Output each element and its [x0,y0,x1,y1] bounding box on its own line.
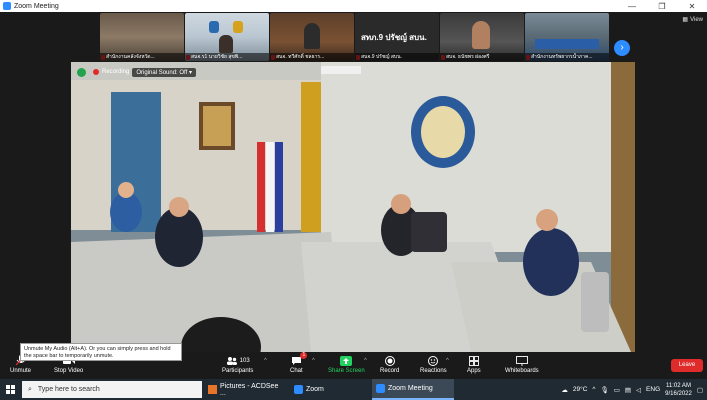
shield-icon[interactable] [77,67,86,77]
reactions-caret-icon[interactable]: ^ [446,358,449,364]
whiteboard-icon [515,355,528,366]
next-page-arrow-icon[interactable]: › [614,40,630,56]
notification-icon[interactable]: ▢ [697,386,703,394]
taskbar-search-input[interactable]: ⌕ Type here to search [22,381,202,398]
window-title: Zoom Meeting [14,2,59,10]
smiley-icon [427,355,439,366]
person-figure [219,35,233,53]
share-caret-icon[interactable]: ^ [364,358,367,364]
apps-icon [468,355,480,366]
original-sound-label: Original Sound: Off [136,69,188,76]
title-bar: Zoom Meeting — ❐ ✕ [0,0,707,12]
zoom-window: Zoom Meeting — ❐ ✕ สำนักงานคลังจังหวัด..… [0,0,707,400]
zoom-icon [376,384,385,393]
participant-thumbnail[interactable]: สนจ. ทวีศักดิ์ ชลธาร... [270,13,354,61]
weather-temperature[interactable]: 29°C [573,386,588,393]
participant-strip: สำนักงานคลังจังหวัด... สนจ.ร1 นายวิชัย ส… [0,12,707,62]
network-icon[interactable]: ▤ [625,386,631,394]
reactions-button[interactable]: Reactions [420,355,447,377]
reactions-label: Reactions [420,368,447,374]
recording-label: Recording [102,69,130,75]
participants-label: Participants [222,368,254,374]
microphone-icon[interactable]: 🎙 [600,386,608,394]
taskbar-item-label: Zoom Meeting [388,385,433,392]
record-label: Record [380,368,400,374]
participant-name: สนจ.ร1 นายวิชัย สุขพิ... [185,53,269,61]
clock-time: 11:02 AM [666,382,691,389]
recording-bar: Recording Original Sound: Off ▾ [77,66,196,78]
chat-caret-icon[interactable]: ^ [312,358,315,364]
search-placeholder: Type here to search [37,386,100,393]
meeting-room-scene [71,62,635,352]
whiteboards-label: Whiteboards [505,368,539,374]
record-icon [384,355,396,366]
participant-name: สำนักงานคลังจังหวัด... [100,53,184,61]
view-button[interactable]: ▦ View [682,16,703,24]
chat-icon: 1 [290,352,308,366]
windows-taskbar: ⌕ Type here to search Pictures - ACDSee … [0,379,707,400]
share-screen-button[interactable]: Share Screen [328,355,365,377]
participant-thumbnail[interactable]: สำนักงานทรัพยากรน้ำภาค... [525,13,609,61]
clock-date: 9/16/2022 [665,390,692,397]
participant-name: สำนักงานทรัพยากรน้ำภาค... [525,53,609,61]
participants-count: 103 [239,357,250,364]
chat-label: Chat [290,368,303,374]
participants-caret-icon[interactable]: ^ [264,358,267,364]
chat-button[interactable]: 1 Chat [290,352,308,377]
unmute-tooltip: Unmute My Audio (Alt+A). Or you can simp… [20,343,182,361]
maximize-button[interactable]: ❐ [647,0,677,12]
taskbar-item-zoom[interactable]: Zoom [290,379,370,400]
person-figure [472,21,490,49]
participant-name: สบจ. ธนัชพร ผ่องศรี [440,53,524,61]
acdsee-icon [208,385,217,394]
participant-name: สนจ.9 ปรัชญ์ สบน. [355,53,439,61]
main-video [71,62,635,352]
participant-name: สนจ. ทวีศักดิ์ ชลธาร... [270,53,354,61]
participant-display-name: สทภ.9 ปรัชญ์ สบน. [361,33,427,42]
participants-icon: 103 [223,355,253,366]
participant-thumbnail[interactable]: สทภ.9 ปรัชญ์ สบน. สนจ.9 ปรัชญ์ สบน. [355,13,439,61]
room-scene [535,39,599,49]
person-figure [304,23,320,49]
weather-icon: ☁ [561,386,568,394]
whiteboards-button[interactable]: Whiteboards [505,355,539,377]
window-controls: — ❐ ✕ [617,0,707,12]
emblem-icon [233,21,243,33]
battery-icon[interactable]: ▭ [614,386,620,394]
clock[interactable]: 11:02 AM 9/16/2022 [665,382,692,398]
apps-label: Apps [467,368,481,374]
taskbar-item-acdsee[interactable]: Pictures - ACDSee ... [204,379,290,400]
close-button[interactable]: ✕ [677,0,707,12]
view-label: View [690,16,703,23]
share-screen-label: Share Screen [328,368,365,374]
record-button[interactable]: Record [380,355,399,377]
windows-start-icon[interactable] [0,379,20,400]
stop-video-label: Stop Video [54,368,84,374]
taskbar-item-label: Zoom [306,386,324,393]
system-tray: ☁ 29°C ^ 🎙 ▭ ▤ ◁ ENG 11:02 AM 9/16/2022 … [561,379,707,400]
unmute-label: Unmute [10,368,32,374]
zoom-app-icon [3,2,11,10]
participant-thumbnail[interactable]: สำนักงานคลังจังหวัด... [100,13,184,61]
chevron-up-icon[interactable]: ^ [592,386,595,393]
taskbar-item-label: Pictures - ACDSee ... [219,382,279,397]
apps-button[interactable]: Apps [467,355,481,377]
share-screen-icon [340,355,353,366]
volume-icon[interactable]: ◁ [636,386,641,394]
recording-dot-icon [93,69,99,75]
search-icon: ⌕ [28,385,32,393]
grid-icon: ▦ [682,17,689,23]
emblem-icon [209,21,219,33]
participant-thumbnail[interactable]: สนจ.ร1 นายวิชัย สุขพิ... [185,13,269,61]
leave-button[interactable]: Leave [671,359,703,372]
participants-button[interactable]: 103 Participants [222,355,253,377]
language-indicator[interactable]: ENG [646,386,660,393]
chat-badge: 1 [300,352,308,359]
participant-thumbnail[interactable]: สบจ. ธนัชพร ผ่องศรี [440,13,524,61]
original-sound-button[interactable]: Original Sound: Off ▾ [132,67,196,77]
zoom-icon [294,385,303,394]
taskbar-item-zoom-meeting[interactable]: Zoom Meeting [372,379,454,400]
minimize-button[interactable]: — [617,0,647,12]
